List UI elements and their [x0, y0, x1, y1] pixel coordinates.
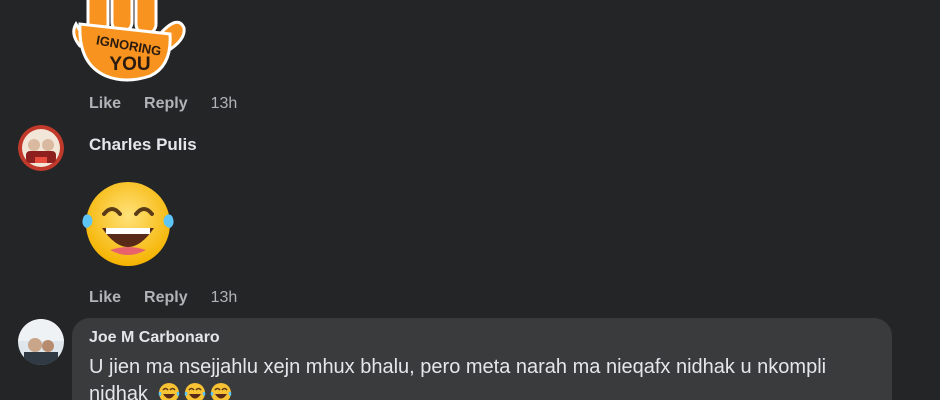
comment-author[interactable]: Joe M Carbonaro [89, 329, 220, 347]
laughing-tears-emoji [210, 383, 231, 400]
reply-button[interactable]: Reply [144, 289, 188, 307]
laughing-tears-emoji [158, 383, 179, 400]
comment-timestamp[interactable]: 13h [211, 95, 238, 113]
comment-bubble: Joe M Carbonaro U jien ma nsejjahlu xejn… [72, 318, 892, 400]
like-button[interactable]: Like [89, 95, 121, 113]
comment-author[interactable]: Charles Pulis [89, 135, 197, 155]
comments-thread: IGNORING YOU Like Reply 13h Charles Puli… [0, 0, 940, 400]
avatar[interactable] [18, 125, 64, 171]
comment-actions: Like Reply 13h [89, 289, 237, 307]
reply-button[interactable]: Reply [144, 95, 188, 113]
comment-text: U jien ma nsejjahlu xejn mhux bhalu, per… [89, 354, 879, 400]
like-button[interactable]: Like [89, 289, 121, 307]
comment-timestamp[interactable]: 13h [211, 289, 238, 307]
comment-actions: Like Reply 13h [89, 95, 237, 113]
laughing-tears-emoji [184, 383, 205, 400]
avatar[interactable] [18, 319, 64, 365]
ignoring-you-hand-sticker: IGNORING YOU [72, 0, 186, 82]
laughing-tears-emoji [82, 182, 174, 266]
sticker-text-line2: YOU [109, 54, 150, 75]
